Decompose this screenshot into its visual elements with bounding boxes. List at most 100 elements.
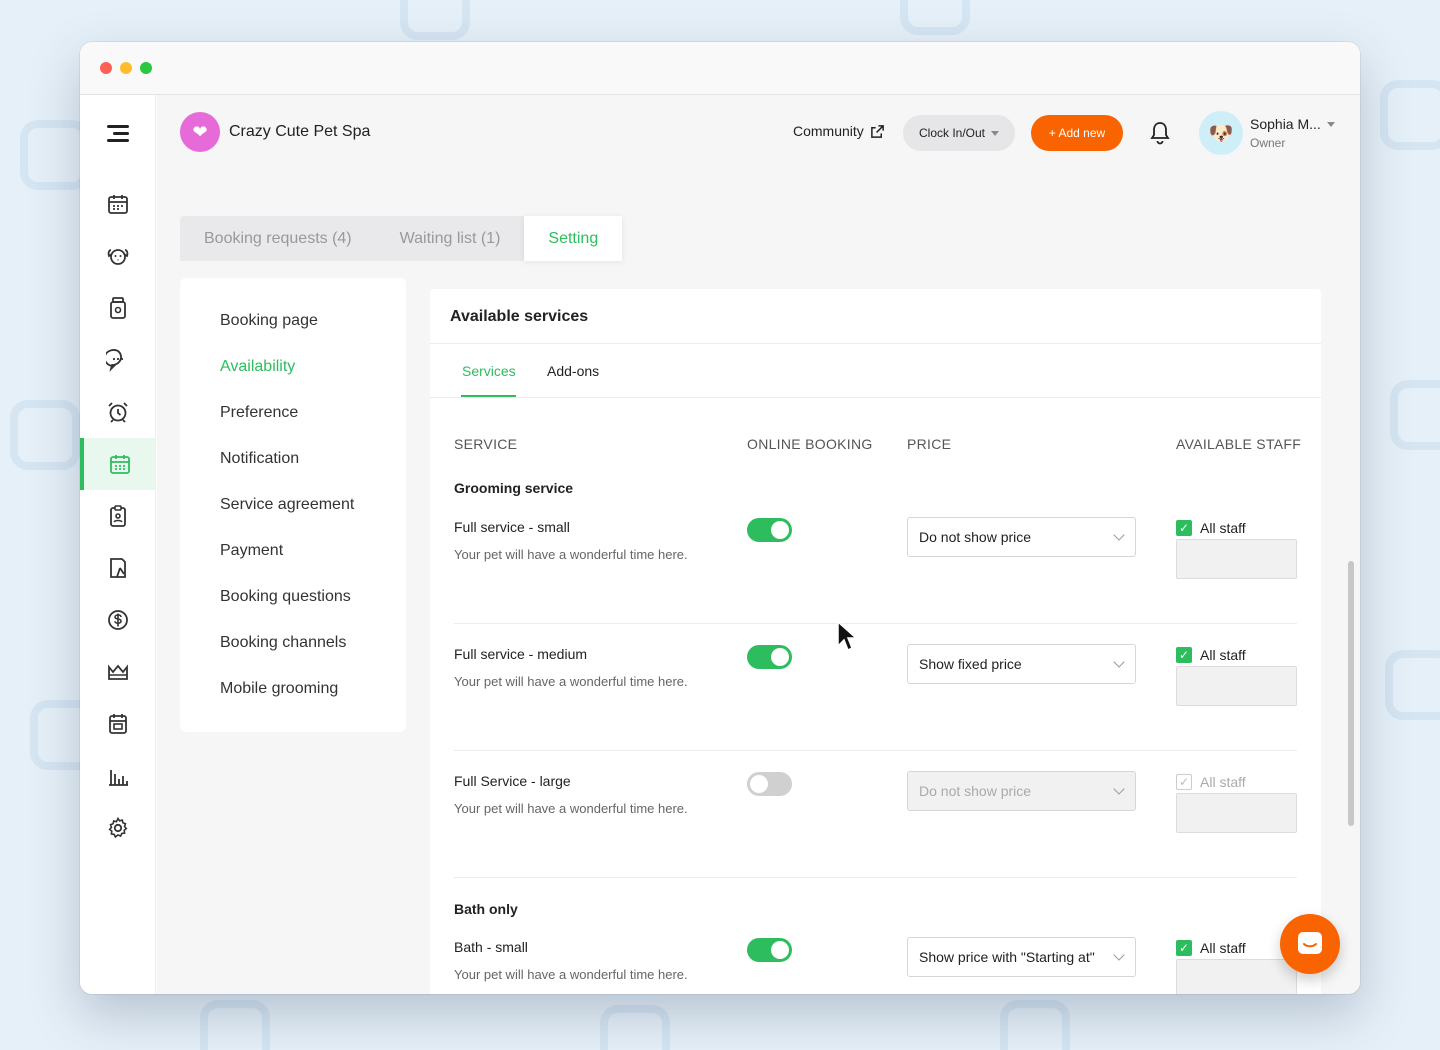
business-logo: ❤ (180, 112, 220, 152)
close-window-button[interactable] (100, 62, 112, 74)
all-staff-label: All staff (1200, 520, 1246, 536)
service-name: Full service - medium (454, 646, 588, 662)
jar-icon (110, 297, 126, 319)
service-description: Your pet will have a wonderful time here… (454, 801, 688, 816)
group-title-grooming: Grooming service (454, 480, 574, 496)
settings-item-notification[interactable]: Notification (220, 450, 299, 468)
all-staff-label: All staff (1200, 940, 1246, 956)
staff-selector[interactable] (1176, 666, 1297, 706)
available-services-panel: Available services Services Add-ons SERV… (430, 289, 1321, 994)
staff-selector[interactable] (1176, 959, 1297, 994)
all-staff-checkbox[interactable]: ✓ (1176, 940, 1192, 956)
chevron-down-icon (991, 130, 1000, 136)
hamburger-menu-icon[interactable] (107, 125, 129, 142)
price-select-value: Show price with "Starting at" (919, 949, 1095, 965)
sidebar (80, 95, 156, 994)
service-description: Your pet will have a wonderful time here… (454, 547, 688, 562)
staff-selector[interactable] (1176, 539, 1297, 579)
row-divider (454, 877, 1297, 878)
settings-item-payment[interactable]: Payment (220, 542, 283, 560)
user-avatar[interactable]: 🐶 (1199, 111, 1243, 155)
nav-pets[interactable] (80, 230, 156, 282)
column-header-available-staff: AVAILABLE STAFF (1176, 436, 1302, 452)
online-booking-toggle[interactable] (747, 772, 792, 796)
group-title-bath-only: Bath only (454, 901, 518, 917)
booking-tabs: Booking requests (4) Waiting list (1) Se… (180, 216, 623, 261)
all-staff-label: All staff (1200, 774, 1246, 790)
divider (430, 343, 1321, 344)
price-display-select[interactable]: Show fixed price (907, 644, 1136, 684)
nav-calendar[interactable] (80, 178, 156, 230)
online-booking-toggle[interactable] (747, 645, 792, 669)
price-display-select[interactable]: Do not show price (907, 517, 1136, 557)
community-label: Community (793, 123, 864, 139)
community-link[interactable]: Community (793, 123, 885, 139)
tab-waiting-list[interactable]: Waiting list (1) (376, 216, 525, 261)
settings-item-service-agreement[interactable]: Service agreement (220, 496, 354, 514)
all-staff-checkbox[interactable]: ✓ (1176, 520, 1192, 536)
nav-reminders[interactable] (80, 386, 156, 438)
nav-memberships[interactable] (80, 646, 156, 698)
settings-item-preference[interactable]: Preference (220, 404, 298, 422)
settings-menu: Booking page Availability Preference Not… (180, 278, 406, 732)
content-scrollbar[interactable] (1348, 561, 1354, 826)
all-staff-checkbox[interactable]: ✓ (1176, 647, 1192, 663)
chevron-down-icon (1113, 783, 1125, 795)
calendar-grid-icon (109, 714, 127, 734)
add-new-button[interactable]: + Add new (1031, 115, 1123, 151)
report-card-icon (110, 558, 126, 578)
gear-icon (108, 816, 128, 839)
nav-settings[interactable] (80, 802, 156, 854)
column-header-online-booking: ONLINE BOOKING (747, 436, 873, 452)
nav-products[interactable] (80, 282, 156, 334)
divider (430, 397, 1321, 398)
notification-bell-icon[interactable] (1148, 120, 1172, 146)
maximize-window-button[interactable] (140, 62, 152, 74)
tab-setting[interactable]: Setting (524, 216, 623, 261)
settings-item-booking-page[interactable]: Booking page (220, 312, 318, 330)
crown-icon (108, 664, 128, 680)
settings-item-mobile-grooming[interactable]: Mobile grooming (220, 680, 338, 698)
nav-report-cards[interactable] (80, 542, 156, 594)
all-staff-label: All staff (1200, 647, 1246, 663)
tab-booking-requests[interactable]: Booking requests (4) (180, 216, 376, 261)
business-name: Crazy Cute Pet Spa (229, 123, 371, 140)
row-divider (454, 750, 1297, 751)
chat-icon (106, 349, 124, 372)
settings-item-booking-channels[interactable]: Booking channels (220, 634, 346, 652)
nav-online-booking[interactable] (80, 438, 156, 490)
nav-payments[interactable] (80, 594, 156, 646)
online-booking-toggle[interactable] (747, 518, 792, 542)
window-titlebar (80, 42, 1360, 95)
online-booking-icon (110, 455, 130, 474)
external-link-icon (870, 124, 884, 138)
price-select-value: Do not show price (919, 529, 1032, 545)
service-name: Bath - small (454, 939, 528, 955)
minimize-window-button[interactable] (120, 62, 132, 74)
user-role: Owner (1250, 136, 1286, 150)
app-window: ❤ Crazy Cute Pet Spa Community Clock In/… (80, 42, 1360, 994)
nav-schedule[interactable] (80, 698, 156, 750)
support-chat-button[interactable] (1280, 914, 1340, 974)
mouse-cursor-icon (837, 620, 858, 652)
price-display-select[interactable]: Show price with "Starting at" (907, 937, 1136, 977)
main-content: ❤ Crazy Cute Pet Spa Community Clock In/… (157, 95, 1360, 994)
settings-item-availability[interactable]: Availability (220, 358, 295, 376)
subtab-services[interactable]: Services (462, 363, 516, 379)
calendar-icon (108, 195, 128, 214)
subtab-add-ons[interactable]: Add-ons (547, 363, 599, 379)
column-header-service: SERVICE (454, 436, 518, 452)
row-divider (454, 623, 1297, 624)
user-name[interactable]: Sophia M... (1250, 116, 1321, 132)
column-header-price: PRICE (907, 436, 952, 452)
clock-in-out-button[interactable]: Clock In/Out (903, 115, 1015, 151)
all-staff-checkbox: ✓ (1176, 774, 1192, 790)
nav-agreements[interactable] (80, 490, 156, 542)
online-booking-toggle[interactable] (747, 938, 792, 962)
nav-messages[interactable] (80, 334, 156, 386)
nav-reports[interactable] (80, 750, 156, 802)
user-menu-chevron-icon[interactable] (1327, 122, 1335, 127)
price-display-select: Do not show price (907, 771, 1136, 811)
chevron-down-icon (1113, 949, 1125, 961)
settings-item-booking-questions[interactable]: Booking questions (220, 588, 351, 606)
